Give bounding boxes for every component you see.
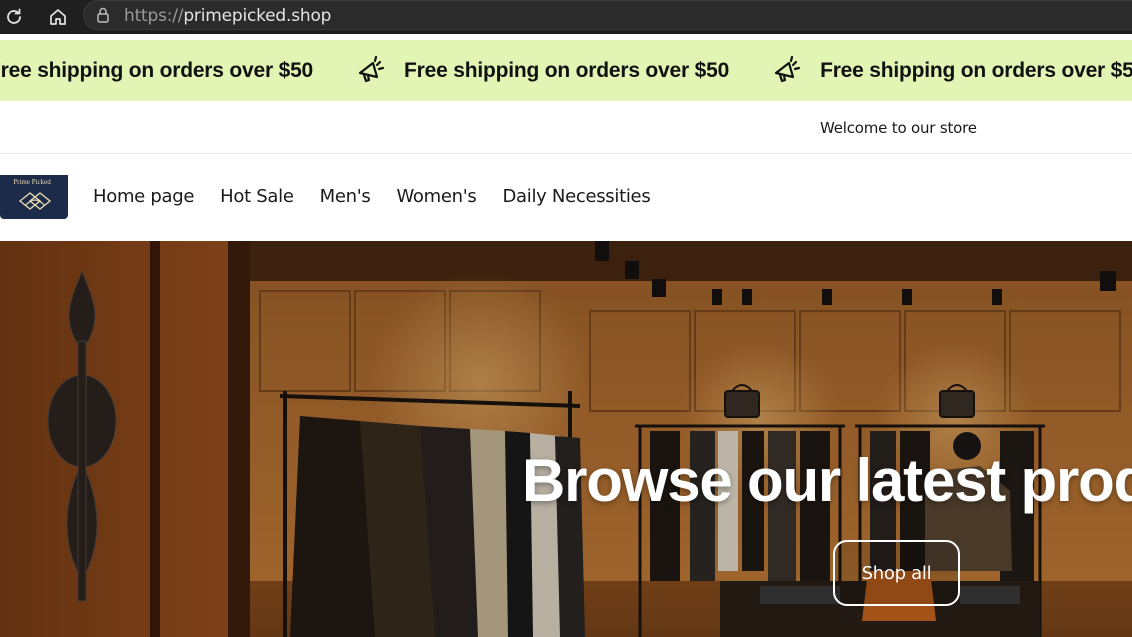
home-button[interactable] — [45, 4, 71, 30]
brand-logo[interactable]: Prime Picked — [0, 175, 68, 219]
announcement-text: Free shipping on orders over $50 — [0, 58, 314, 82]
announcement-item: Free shipping on orders over $50 — [0, 59, 313, 83]
welcome-bar: Welcome to our store — [0, 101, 1132, 154]
hero-store-image — [0, 241, 1132, 637]
hero-banner: Browse our latest products Shop all — [0, 241, 1132, 637]
browser-toolbar: https://primepicked.shop — [0, 0, 1132, 34]
announcement-text: Free shipping on orders over $50 — [404, 58, 730, 82]
shop-all-button[interactable]: Shop all — [833, 540, 960, 606]
welcome-message: Welcome to our store — [820, 119, 977, 137]
reload-button[interactable] — [1, 4, 27, 30]
announcement-text: Free shipping on orders over $50 — [820, 58, 1132, 82]
url-scheme: https:// — [124, 6, 184, 26]
address-url[interactable]: https://primepicked.shop — [124, 6, 331, 26]
lock-icon[interactable] — [94, 6, 112, 24]
logo-wordmark: Prime Picked — [13, 178, 51, 186]
announcement-item: Free shipping on orders over $50 — [729, 54, 1132, 88]
main-nav: Home page Hot Sale Men's Women's Daily N… — [93, 186, 651, 207]
announcement-item: Free shipping on orders over $50 — [313, 54, 729, 88]
nav-daily-necessities[interactable]: Daily Necessities — [502, 186, 650, 207]
announcement-marquee: Free shipping on orders over $50 Free sh… — [0, 40, 1132, 101]
nav-womens[interactable]: Women's — [396, 186, 476, 207]
site-header: Prime Picked Home page Hot Sale Men's Wo… — [0, 155, 1132, 241]
megaphone-icon — [354, 54, 388, 88]
nav-home-page[interactable]: Home page — [93, 186, 194, 207]
logo-emblem-icon — [18, 192, 52, 210]
address-bar[interactable]: https://primepicked.shop — [83, 0, 1132, 30]
home-icon — [50, 9, 66, 25]
url-host: primepicked.shop — [183, 6, 332, 26]
nav-hot-sale[interactable]: Hot Sale — [220, 186, 294, 207]
nav-mens[interactable]: Men's — [320, 186, 371, 207]
hero-heading: Browse our latest products — [522, 447, 1132, 514]
megaphone-icon — [770, 54, 804, 88]
reload-icon — [7, 8, 21, 24]
announcement-bar: Free shipping on orders over $50 Free sh… — [0, 40, 1132, 101]
